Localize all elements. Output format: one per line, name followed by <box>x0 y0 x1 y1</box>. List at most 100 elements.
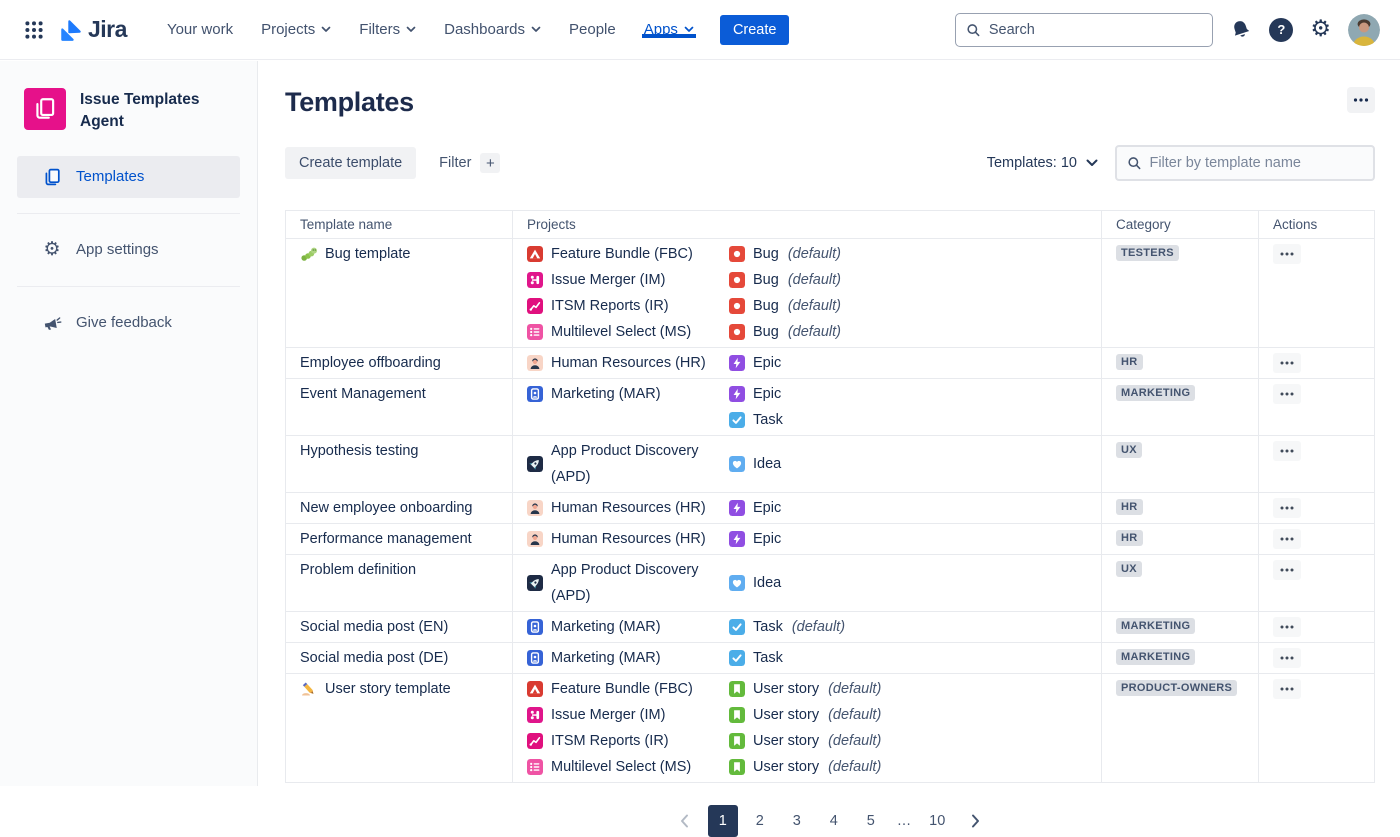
issue-type-name: User story <box>753 676 819 702</box>
row-actions-button[interactable] <box>1273 648 1301 668</box>
category-badge: TESTERS <box>1116 245 1179 261</box>
issue-type: Task(default) <box>729 614 1089 640</box>
next-page-button[interactable] <box>959 805 991 837</box>
create-button[interactable]: Create <box>720 15 790 45</box>
topnav-item-apps[interactable]: Apps <box>630 21 708 38</box>
row-actions-button[interactable] <box>1273 679 1301 699</box>
issue-type-name: Bug <box>753 267 779 293</box>
template-name-cell[interactable]: User story template <box>286 674 513 782</box>
template-filter[interactable] <box>1115 145 1375 181</box>
topnav-item-projects[interactable]: Projects <box>247 21 345 38</box>
issue-type-idea-icon <box>729 456 745 472</box>
template-name-cell[interactable]: Performance management <box>286 524 513 554</box>
category-cell: TESTERS <box>1102 239 1259 347</box>
issue-type-name: User story <box>753 728 819 754</box>
issue-type-epic-icon <box>729 531 745 547</box>
meatball-icon <box>1280 625 1294 629</box>
add-filter-button[interactable]: + <box>480 153 500 173</box>
row-actions-button[interactable] <box>1273 244 1301 264</box>
issue-type-name: Bug <box>753 241 779 267</box>
sidebar-divider <box>17 213 240 214</box>
page-button[interactable]: 10 <box>922 805 952 837</box>
issue-type-epic-icon <box>729 386 745 402</box>
issue-type-epic-icon <box>729 355 745 371</box>
template-name-cell[interactable]: Problem definition <box>286 555 513 611</box>
row-actions-button[interactable] <box>1273 560 1301 580</box>
table-row: Social media post (DE)Marketing (MAR)Tas… <box>286 643 1374 674</box>
project-marketing-icon <box>527 619 543 635</box>
row-actions-button[interactable] <box>1273 441 1301 461</box>
help-icon[interactable]: ? <box>1269 18 1293 42</box>
page-button[interactable]: 5 <box>856 805 886 837</box>
template-name: User story template <box>325 676 451 702</box>
sidebar-item-app-settings[interactable]: ⚙App settings <box>17 229 240 271</box>
chevron-left-icon <box>680 814 689 828</box>
project-item: Issue Merger (IM) <box>527 267 729 293</box>
sidebar-item-templates[interactable]: Templates <box>17 156 240 198</box>
jira-logo-icon <box>58 17 84 43</box>
topnav-item-dashboards[interactable]: Dashboards <box>430 21 555 38</box>
row-actions-button[interactable] <box>1273 353 1301 373</box>
table-header: Template nameProjectsCategoryActions <box>286 211 1374 239</box>
create-template-button[interactable]: Create template <box>285 147 416 179</box>
topnav-item-label: Filters <box>359 21 400 38</box>
actions-cell <box>1259 436 1374 492</box>
actions-cell <box>1259 379 1374 435</box>
table-row: Bug templateFeature Bundle (FBC)Bug(defa… <box>286 239 1374 348</box>
category-cell: HR <box>1102 348 1259 378</box>
projects-cell: Marketing (MAR)Task <box>513 643 1102 673</box>
row-actions-button[interactable] <box>1273 529 1301 549</box>
row-actions-button[interactable] <box>1273 384 1301 404</box>
table-row: New employee onboardingHuman Resources (… <box>286 493 1374 524</box>
sidebar: Issue Templates Agent Templates⚙App sett… <box>0 61 258 786</box>
row-actions-button[interactable] <box>1273 617 1301 637</box>
row-actions-button[interactable] <box>1273 498 1301 518</box>
page-button[interactable]: 1 <box>708 805 738 837</box>
topnav-item-people[interactable]: People <box>555 21 630 38</box>
template-filter-input[interactable] <box>1149 155 1363 171</box>
template-name-cell[interactable]: Event Management <box>286 379 513 435</box>
issue-type: Bug(default) <box>729 293 1089 319</box>
project-entry: Marketing (MAR)Epic <box>527 381 1089 407</box>
prev-page-button[interactable] <box>669 805 701 837</box>
app-switcher-icon[interactable] <box>18 14 50 46</box>
template-name-cell[interactable]: Bug template <box>286 239 513 347</box>
project-item: Issue Merger (IM) <box>527 702 729 728</box>
topnav-item-your-work[interactable]: Your work <box>153 21 247 38</box>
projects-cell: App Product Discovery (APD)Idea <box>513 555 1102 611</box>
project-entry: Multilevel Select (MS)Bug(default) <box>527 319 1089 345</box>
template-name-cell[interactable]: New employee onboarding <box>286 493 513 523</box>
issue-type-name: Bug <box>753 319 779 345</box>
search-input[interactable] <box>989 22 1203 38</box>
project-entry: Multilevel Select (MS)User story(default… <box>527 754 1089 780</box>
template-name: New employee onboarding <box>300 495 473 521</box>
issue-type-name: Task <box>753 407 783 433</box>
projects-cell: App Product Discovery (APD)Idea <box>513 436 1102 492</box>
project-app-product-discovery-icon <box>527 575 543 591</box>
project-item: Marketing (MAR) <box>527 645 729 671</box>
issue-type-bug-icon <box>729 298 745 314</box>
jira-logo[interactable]: Jira <box>58 16 127 43</box>
templates-count-dropdown[interactable]: Templates: 10 <box>987 155 1098 171</box>
template-name-cell[interactable]: Social media post (EN) <box>286 612 513 642</box>
topnav-item-filters[interactable]: Filters <box>345 21 430 38</box>
notifications-bell-icon[interactable] <box>1230 19 1252 41</box>
templates-count-label: Templates: 10 <box>987 155 1077 171</box>
sidebar-item-give-feedback[interactable]: Give feedback <box>17 302 240 344</box>
project-multilevel-select-icon <box>527 324 543 340</box>
project-item: Marketing (MAR) <box>527 614 729 640</box>
avatar-photo <box>1348 14 1380 46</box>
page-actions-button[interactable] <box>1347 87 1375 113</box>
template-name: Bug template <box>325 241 410 267</box>
search-icon <box>966 22 980 38</box>
global-search[interactable] <box>955 13 1213 47</box>
template-name-cell[interactable]: Employee offboarding <box>286 348 513 378</box>
template-name-cell[interactable]: Hypothesis testing <box>286 436 513 492</box>
page-button[interactable]: 2 <box>745 805 775 837</box>
meatball-icon <box>1280 392 1294 396</box>
page-button[interactable]: 3 <box>782 805 812 837</box>
template-name-cell[interactable]: Social media post (DE) <box>286 643 513 673</box>
page-button[interactable]: 4 <box>819 805 849 837</box>
user-avatar[interactable] <box>1348 14 1380 46</box>
settings-gear-icon[interactable]: ⚙ <box>1310 18 1331 41</box>
